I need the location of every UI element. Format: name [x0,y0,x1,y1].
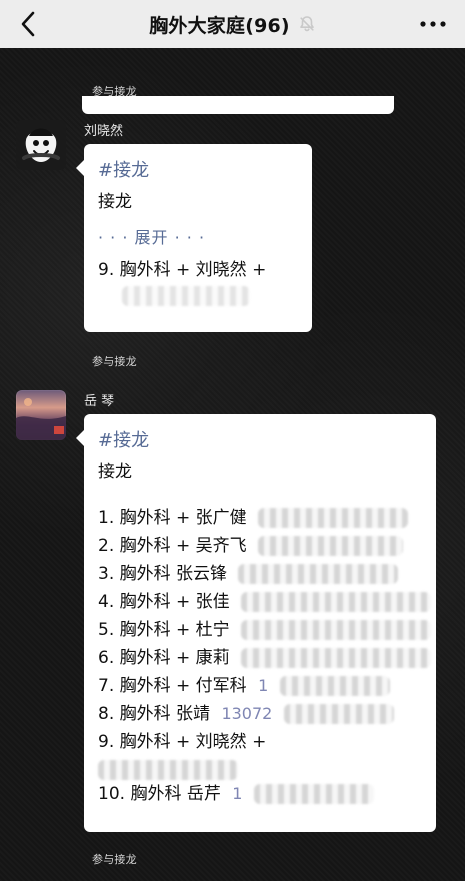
list-item-text: 6. 胸外科 + 康莉 [98,648,230,668]
redacted-text [258,508,409,528]
list-item: 5. 胸外科 + 杜宁 [98,616,432,644]
redacted-text [279,676,390,696]
avatar-cartoon-icon [16,120,66,170]
list-item: 8. 胸外科 张靖 13072 [98,700,422,728]
more-horizontal-icon [420,21,446,27]
redacted-text [253,784,374,804]
chat-header: 胸外大家庭(96) [0,0,465,48]
redacted-text [98,760,238,780]
expand-link[interactable]: · · · 展开 · · · [98,224,298,248]
redacted-text [241,592,432,612]
list-item: 3. 胸外科 张云锋 [98,560,422,588]
redacted-text [241,620,432,640]
list-item-text: 4. 胸外科 + 张佳 [98,592,230,612]
redacted-text [241,648,432,668]
redacted-text [238,564,399,584]
list-item-text: 2. 胸外科 + 吴齐飞 [98,536,247,556]
system-label-participate: 参与接龙 [92,355,137,368]
list-item-text: 5. 胸外科 + 杜宁 [98,620,230,640]
message-title: 接龙 [98,462,132,482]
chat-title: 胸外大家庭(96) [149,14,290,37]
avatar-sunset-icon [16,398,66,440]
list-item: 4. 胸外科 + 张佳 [98,588,432,616]
list-item: 9. 胸外科 + 刘晓然 + [98,728,422,756]
list-item-text: 7. 胸外科 + 付军科 [98,676,247,696]
list-item: 1. 胸外科 + 张广健 [98,504,422,532]
redacted-text [283,704,394,724]
back-button[interactable] [10,6,46,42]
list-item: 6. 胸外科 + 康莉 [98,644,432,672]
sender-name: 岳 琴 [84,394,115,409]
sender-name: 刘晓然 [84,124,124,139]
phone-fragment: 1 [232,784,243,803]
avatar[interactable] [16,120,66,170]
list-item [98,756,422,780]
hashtag[interactable]: #接龙 [98,426,422,452]
chevron-left-icon [21,11,35,37]
avatar[interactable] [16,390,66,440]
bell-muted-icon [298,15,316,33]
list-item-text: 3. 胸外科 张云锋 [98,564,228,584]
redacted-text [122,286,250,306]
hashtag[interactable]: #接龙 [98,156,298,182]
list-item: 7. 胸外科 + 付军科 1 [98,672,422,700]
list-item-text: 8. 胸外科 张靖 [98,704,211,724]
list-item: 2. 胸外科 + 吴齐飞 [98,532,422,560]
message-bubble[interactable]: #接龙 接龙 1. 胸外科 + 张广健 2. 胸外科 + 吴齐飞 3. 胸外科 … [76,414,436,832]
system-label-participate: 参与接龙 [92,85,137,98]
list-item-text: 10. 胸外科 岳芹 [98,784,221,804]
list-item-text: 1. 胸外科 + 张广健 [98,508,247,528]
redacted-text [258,536,404,556]
phone-fragment: 13072 [221,704,273,723]
title-wrap: 胸外大家庭(96) [149,11,316,38]
message-line: 9. 胸外科 + 刘晓然 + [98,260,267,280]
phone-fragment: 1 [258,676,269,695]
list-item-text: 9. 胸外科 + 刘晓然 + [98,732,267,752]
system-label-participate: 参与接龙 [92,853,137,866]
message-title: 接龙 [98,192,132,212]
chat-area[interactable]: 参与接龙 刘晓然 #接龙 接龙 · · · 展开 · · · 9. 胸外科 + … [0,48,465,881]
list-item: 10. 胸外科 岳芹 1 [98,780,422,808]
more-button[interactable] [415,6,451,42]
message-bubble[interactable]: #接龙 接龙 · · · 展开 · · · 9. 胸外科 + 刘晓然 + [76,144,312,332]
